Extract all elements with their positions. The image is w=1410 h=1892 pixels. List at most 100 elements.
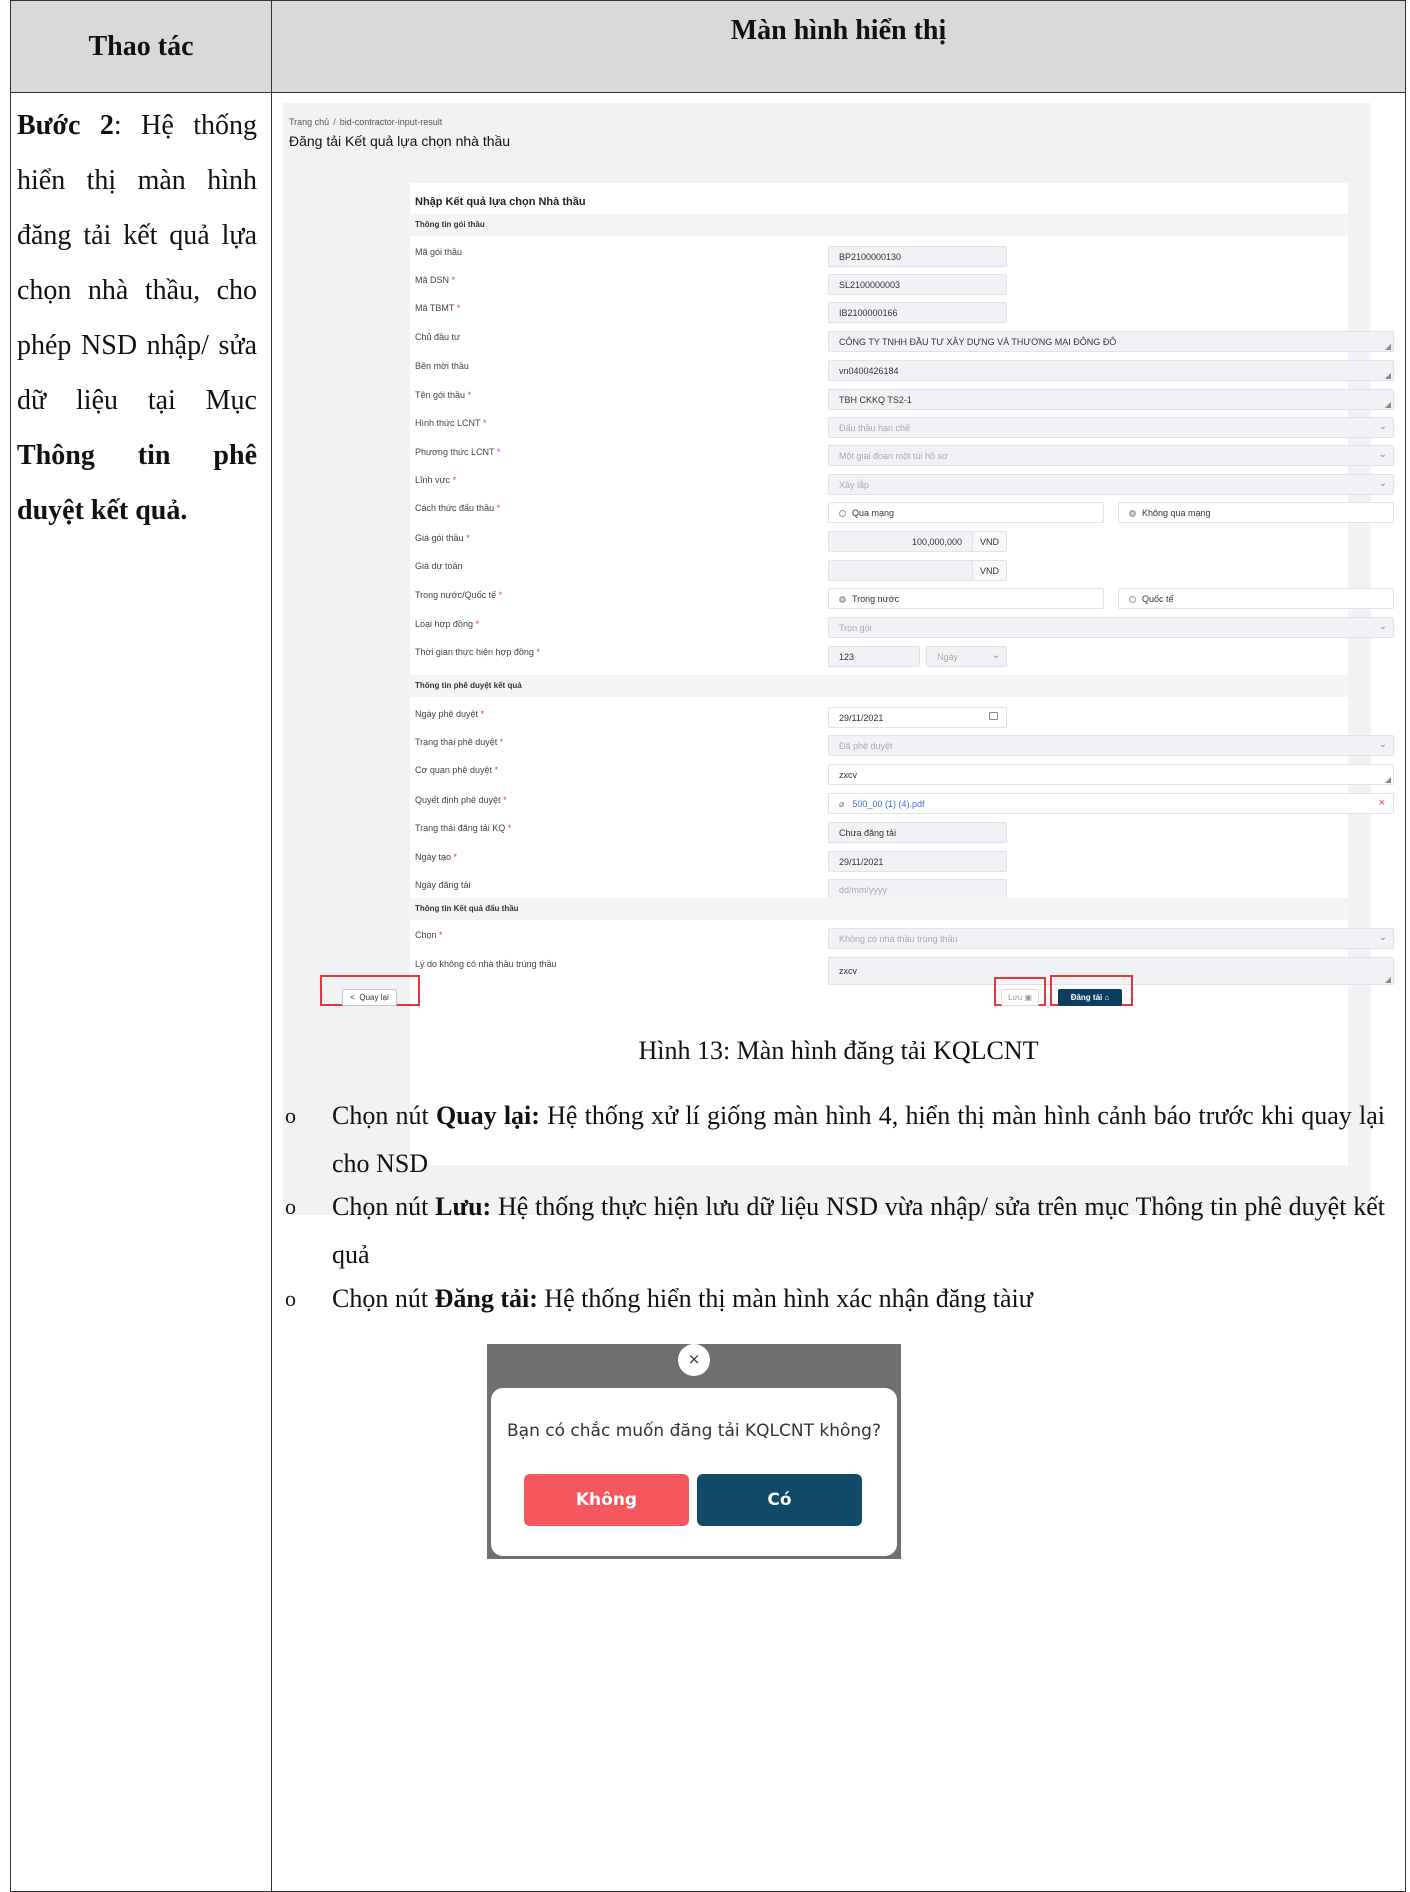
column-header-screen: Màn hình hiển thị [730,15,947,46]
label-ly-do: Lý do không có nhà thầu trúng thầu [415,959,557,969]
chevron-down-icon: ⌄ [1378,421,1387,432]
gia-goi-thau-field[interactable]: 100,000,000 VND [828,531,1007,552]
trang-thai-dt-field: Chưa đăng tải [828,822,1007,843]
step-text: : Hệ thống hiển thị màn hình đăng tải kế… [17,110,257,416]
chevron-down-icon: ⌄ [1378,621,1387,632]
paperclip-icon: ⌀ [839,799,845,809]
ma-dsn-field: SL2100000003 [828,274,1007,295]
bullet-publish: o Chọn nút Đăng tải: Hệ thống hiển thị m… [285,1275,1385,1323]
ben-moi-thau-field: vn0400426184 ◢ [828,360,1394,381]
calendar-icon[interactable] [989,712,998,720]
radio-trong-nuoc[interactable]: Trong nước [828,588,1104,609]
resize-grip-icon[interactable]: ◢ [1385,342,1391,351]
breadcrumb-separator: / [333,117,336,127]
label-ma-goi-thau: Mã gói thầu [415,247,463,257]
resize-grip-icon[interactable]: ◢ [1385,400,1391,409]
section-header-package: Thông tin gói thầu [410,214,1348,236]
hinh-thuc-select[interactable]: Đấu thầu hạn chế ⌄ [828,417,1394,438]
label-co-quan-pd: Cơ quan phê duyệt * [415,765,498,775]
ngay-phe-duyet-field[interactable]: 29/11/2021 [828,707,1007,728]
bullet-marker: o [285,1286,296,1311]
header-cell-action: Thao tác [10,0,272,93]
label-ngay-dang-tai: Ngày đăng tải [415,880,471,890]
step-label: Bước 2 [17,110,114,141]
file-link[interactable]: 500_00 (1) (4).pdf [852,799,924,809]
label-chu-dau-tu: Chủ đầu tư [415,332,461,342]
resize-grip-icon[interactable]: ◢ [1385,775,1391,784]
label-ten-goi-thau: Tên gói thầu * [415,390,472,400]
label-gia-du-toan: Giá dự toán [415,561,463,571]
label-gia-goi-thau: Giá gói thầu * [415,533,470,543]
thoi-gian-unit-select[interactable]: Ngày ⌄ [926,646,1007,667]
bullet-back: o Chọn nút Quay lại: Hệ thống xử lí giốn… [285,1092,1385,1188]
quyet-dinh-file-field[interactable]: ⌀ 500_00 (1) (4).pdf × [828,793,1394,814]
ma-goi-thau-field: BP2100000130 [828,246,1007,267]
chevron-down-icon: ⌄ [991,650,1000,661]
label-trang-thai-dt: Trạng thái đăng tải KQ * [415,823,512,833]
label-linh-vuc: Lĩnh vực * [415,475,457,485]
co-quan-pd-field[interactable]: zxcv ◢ [828,764,1394,785]
linh-vuc-select[interactable]: Xây lắp ⌄ [828,474,1394,495]
label-phuong-thuc: Phương thức LCNT * [415,447,501,457]
resize-grip-icon[interactable]: ◢ [1385,371,1391,380]
chevron-down-icon: ⌄ [1378,449,1387,460]
label-ngay-phe-duyet: Ngày phê duyệt * [415,709,485,719]
breadcrumb: Trang chủ / bid-contractor-input-result [289,117,442,127]
radio-quoc-te[interactable]: Quốc tế [1118,588,1394,609]
label-cach-thuc: Cách thức đấu thầu * [415,503,501,513]
label-ngay-tao: Ngày tạo * [415,852,458,862]
breadcrumb-home[interactable]: Trang chủ [289,117,329,127]
chevron-down-icon: ⌄ [1378,478,1387,489]
bullet-marker: o [285,1194,296,1219]
step-section-name: Thông tin phê duyệt kết quả. [17,440,257,526]
section-header-approval: Thông tin phê duyệt kết quả [410,675,1348,697]
confirm-dialog-screenshot: Bạn có chắc muốn đăng tải KQLCNT không? … [487,1344,901,1559]
label-trong-nuoc: Trong nước/Quốc tế * [415,590,503,600]
publish-button[interactable]: Đăng tải ⌂ [1058,989,1122,1006]
resize-grip-icon[interactable]: ◢ [1385,975,1391,984]
column-header-action: Thao tác [88,31,194,62]
no-button[interactable]: Không [524,1474,689,1526]
label-thoi-gian: Thời gian thực hiện hợp đồng * [415,647,540,657]
radio-on-icon [839,596,846,604]
breadcrumb-current: bid-contractor-input-result [339,117,443,127]
confirm-dialog: Bạn có chắc muốn đăng tải KQLCNT không? … [491,1388,897,1556]
bullet-save: o Chọn nút Lưu: Hệ thống thực hiện lưu d… [285,1183,1385,1279]
thoi-gian-field[interactable]: 123 [828,646,920,667]
loai-hop-dong-select[interactable]: Trọn gói ⌄ [828,617,1394,638]
trang-thai-pd-select[interactable]: Đã phê duyệt ⌄ [828,735,1394,756]
page-title: Đăng tải Kết quả lựa chọn nhà thầu [289,133,511,149]
yes-button[interactable]: Có [697,1474,862,1526]
ngay-tao-field: 29/11/2021 [828,851,1007,872]
radio-off-icon [1129,596,1136,604]
figure-caption: Hình 13: Màn hình đăng tải KQLCNT [638,1036,1039,1065]
dialog-message: Bạn có chắc muốn đăng tải KQLCNT không? [507,1421,881,1441]
ngay-dang-tai-field: dd/mm/yyyy [828,879,1007,900]
remove-file-icon[interactable]: × [1379,797,1385,809]
label-quyet-dinh: Quyết định phê duyệt * [415,795,507,805]
header-cell-screen: Màn hình hiển thị [271,0,1406,93]
back-button[interactable]: < Quay lại [342,989,397,1006]
radio-on-icon [1129,510,1136,518]
radio-khong-qua-mang[interactable]: Không qua mạng [1118,502,1394,523]
radio-off-icon [839,510,846,518]
label-hinh-thuc: Hình thức LCNT * [415,418,487,428]
section-header-result: Thông tin Kết quả đấu thầu [410,898,1348,920]
save-button[interactable]: Lưu ▣ [1001,989,1039,1006]
phuong-thuc-select[interactable]: Một giai đoạn một túi hồ sơ ⌄ [828,445,1394,466]
close-icon[interactable]: × [678,1344,710,1376]
radio-qua-mang[interactable]: Qua mạng [828,502,1104,523]
label-chon: Chọn * [415,930,443,940]
ten-goi-thau-field: TBH CKKQ TS2-1 ◢ [828,389,1394,410]
step-description: Bước 2: Hệ thống hiển thị màn hình đăng … [17,98,257,538]
ma-tbmt-field: IB2100000166 [828,302,1007,323]
label-ma-tbmt: Mã TBMT * [415,303,461,313]
card-title: Nhập Kết quả lựa chọn Nhà thầu [415,196,586,208]
chevron-down-icon: ⌄ [1378,739,1387,750]
label-trang-thai-pd: Trạng thái phê duyệt * [415,737,504,747]
gia-du-toan-field[interactable]: VND [828,560,1007,581]
chon-select[interactable]: Không có nhà thầu trúng thầu ⌄ [828,928,1394,949]
label-ma-dsn: Mã DSN * [415,275,456,285]
bullet-marker: o [285,1103,296,1128]
chu-dau-tu-field: CÔNG TY TNHH ĐẦU TƯ XÂY DỰNG VÀ THƯƠNG M… [828,331,1394,352]
